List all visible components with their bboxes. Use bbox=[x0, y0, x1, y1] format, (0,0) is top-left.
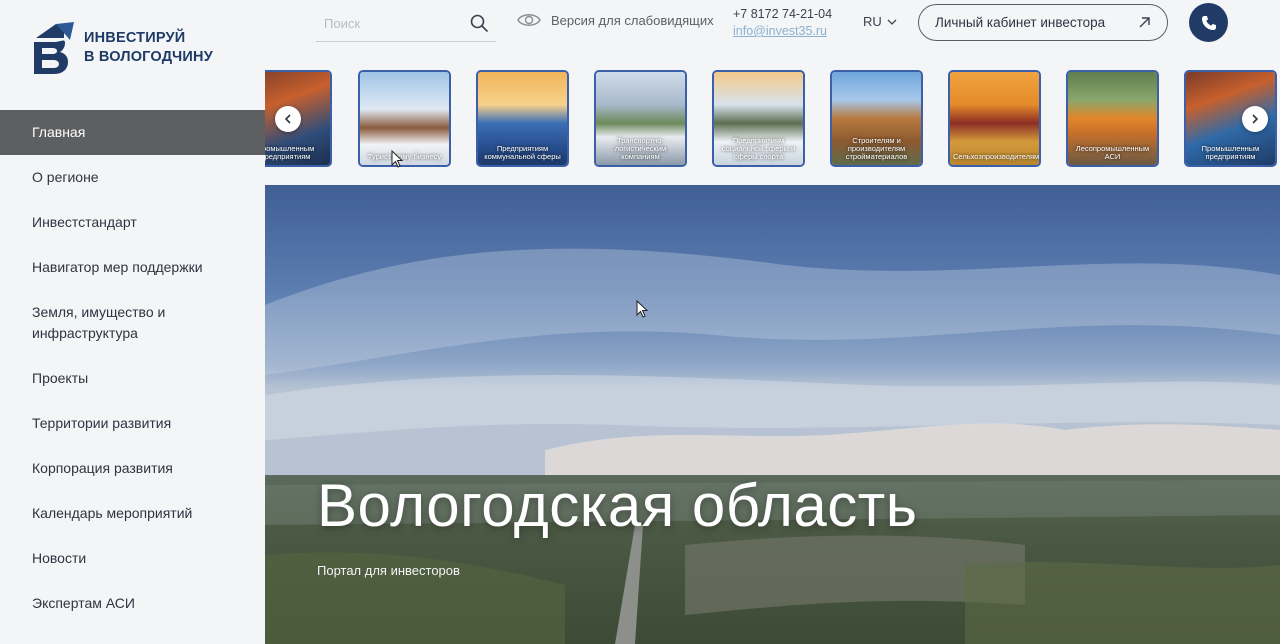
card-label: Туристскому бизнесу bbox=[367, 152, 442, 161]
sidebar-item-home[interactable]: Главная bbox=[0, 110, 265, 155]
logo-mark-icon bbox=[34, 22, 74, 74]
search-box bbox=[316, 8, 496, 42]
phone-number[interactable]: +7 8172 74-21-04 bbox=[733, 6, 832, 23]
arrow-up-right-icon bbox=[1139, 17, 1150, 28]
category-card-social-sport[interactable]: Предприятиям социальной сферы и сферы сп… bbox=[712, 70, 805, 167]
hero-banner: Вологодская область Портал для инвесторо… bbox=[265, 185, 1280, 644]
card-label: Строителям и производителям стройматериа… bbox=[845, 136, 908, 161]
chevron-right-icon bbox=[1252, 114, 1259, 124]
card-label: Предприятиям социальной сферы и сферы сп… bbox=[721, 136, 796, 161]
category-card-transport[interactable]: Транспортно-логистическим компаниям bbox=[594, 70, 687, 167]
page: Инвестируй в Вологодчину Главная О регио… bbox=[0, 0, 1280, 644]
carousel-prev-button[interactable] bbox=[275, 106, 301, 132]
logo-line-2: в Вологодчину bbox=[84, 49, 213, 65]
sidebar-item-investstandard[interactable]: Инвестстандарт bbox=[0, 200, 265, 245]
sidebar-item-events-calendar[interactable]: Календарь мероприятий bbox=[0, 491, 265, 536]
category-card-tourism[interactable]: Туристскому бизнесу bbox=[358, 70, 451, 167]
call-button[interactable] bbox=[1189, 3, 1228, 42]
sidebar-nav: Главная О регионе Инвестстандарт Навигат… bbox=[0, 110, 265, 626]
sidebar-item-support-navigator[interactable]: Навигатор мер поддержки bbox=[0, 245, 265, 290]
chevron-left-icon bbox=[284, 114, 291, 124]
sidebar-item-projects[interactable]: Проекты bbox=[0, 356, 265, 401]
language-label: RU bbox=[863, 14, 882, 29]
card-label: Предприятиям коммунальной сферы bbox=[484, 144, 561, 161]
logo-text: Инвестируй в Вологодчину bbox=[84, 29, 213, 67]
investor-cabinet-button[interactable]: Личный кабинет инвестора bbox=[918, 4, 1168, 41]
category-carousel: Промышленным предприятиям Туристскому би… bbox=[265, 70, 1280, 168]
carousel-next-button[interactable] bbox=[1242, 106, 1268, 132]
sidebar-item-development-territories[interactable]: Территории развития bbox=[0, 401, 265, 446]
search-icon[interactable] bbox=[470, 14, 488, 32]
sidebar: Инвестируй в Вологодчину Главная О регио… bbox=[0, 0, 265, 644]
search-input[interactable] bbox=[316, 8, 456, 38]
email-link[interactable]: info@invest35.ru bbox=[733, 23, 832, 40]
header: Версия для слабовидящих +7 8172 74-21-04… bbox=[265, 0, 1280, 70]
sidebar-item-asi-experts[interactable]: Экспертам АСИ bbox=[0, 581, 265, 626]
logo-line-1: Инвестируй bbox=[84, 30, 186, 46]
investor-cabinet-label: Личный кабинет инвестора bbox=[935, 15, 1106, 30]
low-vision-link[interactable]: Версия для слабовидящих bbox=[517, 12, 714, 28]
card-label: Промышленным предприятиям bbox=[265, 144, 315, 161]
category-card-construction[interactable]: Строителям и производителям стройматериа… bbox=[830, 70, 923, 167]
category-card-agriculture[interactable]: Сельхозпроизводителям bbox=[948, 70, 1041, 167]
card-label: Промышленным предприятиям bbox=[1201, 144, 1260, 161]
logo[interactable]: Инвестируй в Вологодчину bbox=[30, 20, 213, 76]
sidebar-item-about-region[interactable]: О регионе bbox=[0, 155, 265, 200]
hero-title: Вологодская область bbox=[317, 472, 918, 539]
sidebar-item-land-property[interactable]: Земля, имущество и инфраструктура bbox=[0, 290, 265, 356]
eye-icon bbox=[517, 14, 541, 26]
language-selector[interactable]: RU bbox=[863, 14, 897, 29]
card-label: Сельхозпроизводителям bbox=[953, 152, 1040, 161]
chevron-down-icon bbox=[887, 19, 897, 25]
hero-subtitle: Портал для инвесторов bbox=[317, 563, 460, 578]
category-card-utilities[interactable]: Предприятиям коммунальной сферы bbox=[476, 70, 569, 167]
card-label: Лесопромышленным АСИ bbox=[1075, 144, 1150, 161]
contacts: +7 8172 74-21-04 info@invest35.ru bbox=[733, 6, 832, 40]
sidebar-item-development-corporation[interactable]: Корпорация развития bbox=[0, 446, 265, 491]
sidebar-item-news[interactable]: Новости bbox=[0, 536, 265, 581]
phone-icon bbox=[1201, 15, 1216, 30]
card-label: Транспортно-логистическим компаниям bbox=[614, 136, 667, 161]
low-vision-label: Версия для слабовидящих bbox=[551, 12, 714, 28]
category-card-forestry[interactable]: Лесопромышленным АСИ bbox=[1066, 70, 1159, 167]
